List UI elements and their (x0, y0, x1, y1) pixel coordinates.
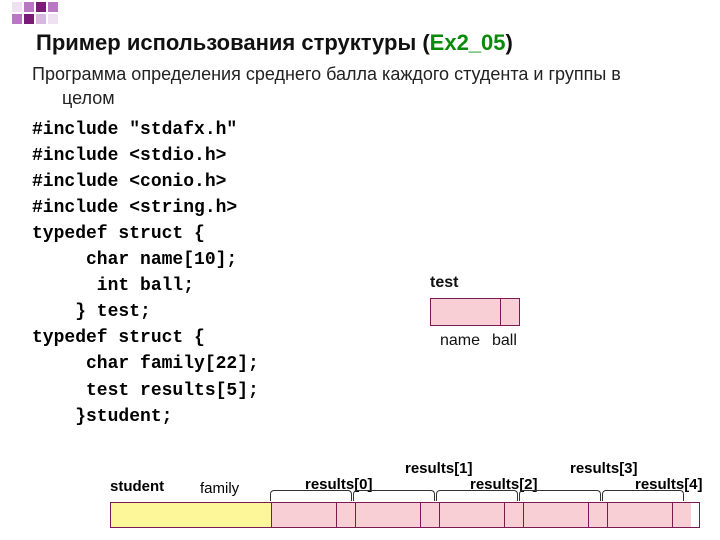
result-ball-cell (421, 503, 440, 527)
test-ball-label: ball (492, 332, 517, 350)
result-name-cell (524, 503, 589, 527)
title-close: ) (506, 30, 513, 55)
student-struct-diagram: student family results[0] results[1] res… (110, 456, 700, 528)
desc-line1: Программа определения среднего балла каж… (32, 64, 621, 84)
result-name-cell (440, 503, 505, 527)
brace-icon (519, 490, 601, 501)
test-name-label: name (440, 332, 480, 350)
desc-line2: целом (62, 86, 720, 110)
result-name-cell (356, 503, 421, 527)
brace-icon (353, 490, 435, 501)
brace-icon (436, 490, 518, 501)
family-label: family (200, 480, 239, 497)
result-name-cell (608, 503, 673, 527)
result-ball-cell (337, 503, 356, 527)
code-block: #include "stdafx.h" #include <stdio.h> #… (32, 117, 720, 430)
brace-icon (270, 490, 352, 501)
result-ball-cell (589, 503, 608, 527)
results3-label: results[3] (570, 460, 638, 477)
result-name-cell (272, 503, 337, 527)
test-name-cell (431, 299, 501, 325)
student-label: student (110, 478, 164, 495)
results1-label: results[1] (405, 460, 473, 477)
brace-icon (602, 490, 684, 501)
family-cell (111, 503, 272, 527)
test-ball-cell (501, 299, 519, 325)
test-struct-diagram: test name ball (430, 274, 520, 352)
result-ball-cell (673, 503, 691, 527)
slide-title: Пример использования структуры (Ex2_05) (36, 30, 720, 56)
test-label: test (430, 274, 520, 292)
result-ball-cell (505, 503, 524, 527)
title-text: Пример использования структуры ( (36, 30, 430, 55)
description: Программа определения среднего балла каж… (32, 62, 720, 111)
corner-decoration (12, 2, 58, 24)
title-accent: Ex2_05 (430, 30, 506, 55)
